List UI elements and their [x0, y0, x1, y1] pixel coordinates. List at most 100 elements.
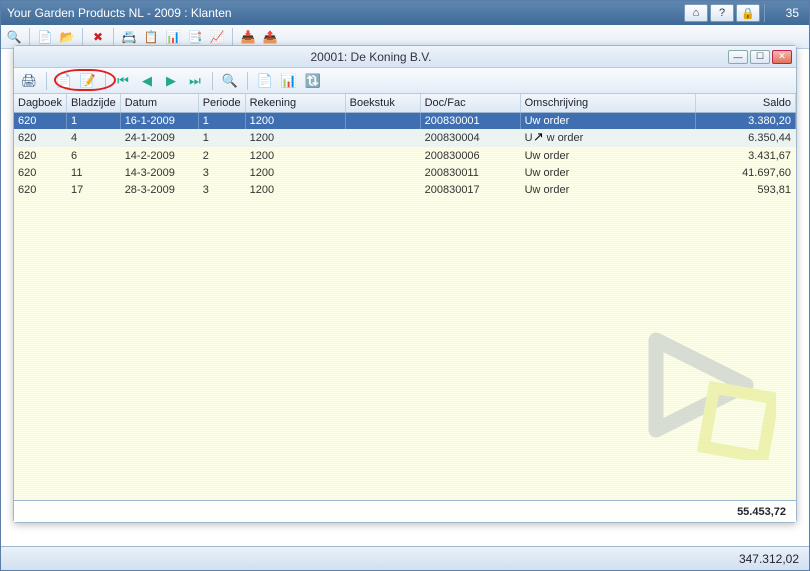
cell[interactable]: Uw order	[520, 112, 695, 129]
cell[interactable]: 1	[67, 112, 121, 129]
cell[interactable]: 620	[14, 147, 67, 164]
col-datum[interactable]: Datum	[120, 94, 198, 112]
last-icon[interactable]: ⏭	[186, 72, 204, 90]
cell[interactable]: 4	[67, 129, 121, 147]
table-row[interactable]: 6201114-3-200931200 200830011Uw order41.6…	[14, 164, 796, 181]
detail-title: 20001: De Koning B.V.	[14, 50, 728, 64]
cell[interactable]: Uw order	[520, 129, 695, 147]
prev-icon[interactable]: ◀	[138, 72, 156, 90]
toolbar-sep	[29, 28, 30, 46]
cell[interactable]: 200830011	[420, 164, 520, 181]
export-icon[interactable]: 📤	[261, 28, 279, 46]
new-icon[interactable]: 📄	[36, 28, 54, 46]
col-boekstuk[interactable]: Boekstuk	[345, 94, 420, 112]
toolbar-sep	[232, 28, 233, 46]
first-icon[interactable]: ⏮	[114, 72, 132, 90]
cell[interactable]: 6.350,44	[696, 129, 796, 147]
cell[interactable]: 620	[14, 181, 67, 198]
search2-icon[interactable]: 🔍	[221, 72, 239, 90]
cell[interactable]: 2	[198, 147, 245, 164]
sheet-icon[interactable]: 📈	[208, 28, 226, 46]
cell[interactable]: 620	[14, 112, 67, 129]
cell[interactable]: 200830004	[420, 129, 520, 147]
cell[interactable]: Uw order	[520, 181, 695, 198]
cell[interactable]: 6	[67, 147, 121, 164]
close-button[interactable]: ✕	[772, 50, 792, 64]
card-icon[interactable]: 📇	[120, 28, 138, 46]
excel-icon[interactable]: 📊	[280, 72, 298, 90]
status-bar: 347.312,02	[1, 546, 809, 570]
table-row[interactable]: 6201728-3-200931200 200830017Uw order593,…	[14, 181, 796, 198]
delete-icon[interactable]: ✖	[89, 28, 107, 46]
cell[interactable]: 200830001	[420, 112, 520, 129]
cell[interactable]: 200830017	[420, 181, 520, 198]
cell[interactable]	[345, 129, 420, 147]
sum-value: 55.453,72	[737, 506, 786, 518]
edit-icon[interactable]: 📝	[79, 72, 97, 90]
doc2-icon[interactable]: 📄	[256, 72, 274, 90]
cell[interactable]: 620	[14, 129, 67, 147]
cell[interactable]	[345, 181, 420, 198]
cell[interactable]: 3.431,67	[696, 147, 796, 164]
cell[interactable]: 28-3-2009	[120, 181, 198, 198]
cell[interactable]	[345, 147, 420, 164]
col-omschrijving[interactable]: Omschrijving	[520, 94, 695, 112]
cell[interactable]: 14-2-2009	[120, 147, 198, 164]
cell[interactable]: 1200	[245, 129, 345, 147]
cell[interactable]: 3	[198, 164, 245, 181]
home-button[interactable]: ⌂	[684, 4, 708, 22]
table-row[interactable]: 620116-1-200911200200830001Uw order3.380…	[14, 112, 796, 129]
maximize-button[interactable]: ☐	[750, 50, 770, 64]
toolbar-sep	[105, 72, 106, 90]
filter-icon[interactable]: 📥	[239, 28, 257, 46]
col-dagboek[interactable]: Dagboek	[14, 94, 67, 112]
open-icon[interactable]: 📂	[58, 28, 76, 46]
print-icon[interactable]: 🖨	[20, 72, 38, 90]
cell[interactable]: 14-3-2009	[120, 164, 198, 181]
cell[interactable]: Uw order	[520, 147, 695, 164]
cell[interactable]: 1200	[245, 112, 345, 129]
cell[interactable]: 200830006	[420, 147, 520, 164]
toolbar-sep	[247, 72, 248, 90]
cell[interactable]: 1	[198, 129, 245, 147]
cell[interactable]: Uw order	[520, 164, 695, 181]
cell[interactable]: 3	[198, 181, 245, 198]
cell[interactable]: 11	[67, 164, 121, 181]
cell[interactable]: 620	[14, 164, 67, 181]
titlebar-separator	[764, 4, 765, 22]
doc-icon[interactable]: 📑	[186, 28, 204, 46]
cell[interactable]: 1	[198, 112, 245, 129]
counter-label: 35	[769, 6, 803, 20]
col-rekening[interactable]: Rekening	[245, 94, 345, 112]
col-docfac[interactable]: Doc/Fac	[420, 94, 520, 112]
main-window: Your Garden Products NL - 2009 : Klanten…	[0, 0, 810, 571]
col-periode[interactable]: Periode	[198, 94, 245, 112]
col-saldo[interactable]: Saldo	[696, 94, 796, 112]
lock-button[interactable]: 🔒	[736, 4, 760, 22]
cell[interactable]: 17	[67, 181, 121, 198]
toolbar-sep	[82, 28, 83, 46]
cell[interactable]: 41.697,60	[696, 164, 796, 181]
refresh-icon[interactable]: 🔃	[304, 72, 322, 90]
cell[interactable]: 1200	[245, 147, 345, 164]
cell[interactable]	[345, 112, 420, 129]
col-bladzijde[interactable]: Bladzijde	[67, 94, 121, 112]
detail-titlebar: 20001: De Koning B.V. — ☐ ✕	[14, 46, 796, 68]
table-row[interactable]: 620614-2-200921200 200830006Uw order3.431…	[14, 147, 796, 164]
list-icon[interactable]: 📋	[142, 28, 160, 46]
cell[interactable]: 16-1-2009	[120, 112, 198, 129]
cell[interactable]: 24-1-2009	[120, 129, 198, 147]
cell[interactable]: 1200	[245, 164, 345, 181]
cell[interactable]	[345, 164, 420, 181]
report-icon[interactable]: 📊	[164, 28, 182, 46]
next-icon[interactable]: ▶	[162, 72, 180, 90]
help-button[interactable]: ?	[710, 4, 734, 22]
minimize-button[interactable]: —	[728, 50, 748, 64]
copy-icon[interactable]: 📄	[55, 72, 73, 90]
cell[interactable]: 593,81	[696, 181, 796, 198]
table-row[interactable]: 620424-1-200911200 200830004Uw order6.350…	[14, 129, 796, 147]
search-icon[interactable]: 🔍	[5, 28, 23, 46]
toolbar-sep	[113, 28, 114, 46]
cell[interactable]: 1200	[245, 181, 345, 198]
cell[interactable]: 3.380,20	[696, 112, 796, 129]
